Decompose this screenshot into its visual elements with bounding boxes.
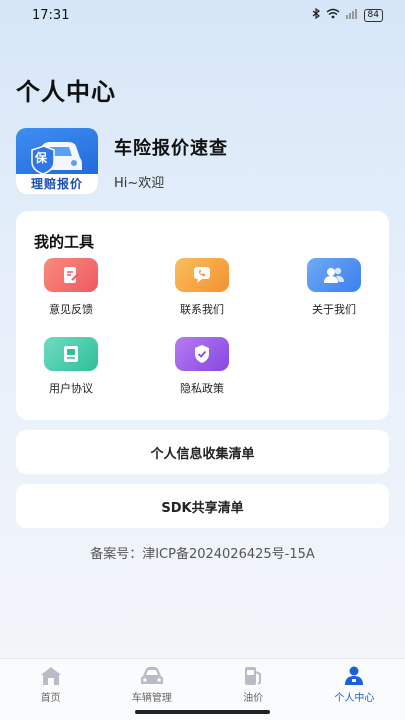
tool-label: 联系我们 — [180, 303, 224, 316]
logo-label: 理赔报价 — [16, 174, 98, 194]
tab-label: 首页 — [40, 693, 61, 704]
signal-icon — [345, 8, 358, 22]
sdk-share-list-button[interactable]: SDK共享清单 — [16, 484, 389, 528]
logo-badge: 保 — [35, 151, 48, 165]
tool-contact[interactable]: 联系我们 — [157, 258, 247, 317]
personal-info-list-button[interactable]: 个人信息收集清单 — [16, 430, 389, 474]
tool-privacy[interactable]: 隐私政策 — [157, 337, 247, 396]
tool-about[interactable]: 关于我们 — [289, 258, 379, 317]
fuel-icon — [245, 667, 262, 685]
tab-label: 个人中心 — [334, 693, 375, 704]
tab-label: 车辆管理 — [131, 693, 172, 704]
phone-icon — [175, 258, 229, 292]
home-icon — [40, 667, 61, 685]
tab-home[interactable]: 首页 — [0, 659, 101, 720]
tool-label: 用户协议 — [49, 382, 93, 395]
tool-label: 隐私政策 — [180, 382, 224, 395]
app-name: 车险报价速查 — [114, 138, 228, 159]
bluetooth-icon — [312, 7, 320, 22]
bottom-tab-bar: 首页 车辆管理 油价 个人中心 — [0, 658, 405, 720]
tab-profile[interactable]: 个人中心 — [304, 659, 405, 720]
wifi-icon — [326, 8, 340, 22]
home-indicator[interactable] — [135, 710, 270, 714]
tools-card: 我的工具 意见反馈 联系我们 关于我们 用户协议 隐私政策 — [16, 211, 389, 420]
status-icons: 84 — [312, 7, 383, 22]
tool-user-agreement[interactable]: 用户协议 — [26, 337, 116, 396]
people-icon — [307, 258, 361, 292]
battery-icon: 84 — [363, 8, 383, 22]
status-bar: 17:31 84 — [0, 0, 405, 30]
tool-label: 意见反馈 — [49, 303, 93, 316]
car-icon — [140, 667, 163, 684]
feedback-icon — [44, 258, 98, 292]
tab-label: 油价 — [243, 693, 264, 704]
person-icon — [345, 666, 364, 685]
shield-icon — [175, 337, 229, 371]
tool-label: 关于我们 — [312, 303, 356, 316]
status-time: 17:31 — [32, 7, 70, 23]
app-profile: 保 理赔报价 车险报价速查 Hi~欢迎 — [16, 128, 228, 194]
greeting-text: Hi~欢迎 — [114, 176, 165, 191]
app-logo: 保 理赔报价 — [16, 128, 98, 194]
icp-record-text: 备案号：津ICP备2024026425号-15A — [90, 547, 315, 562]
tools-title: 我的工具 — [34, 233, 95, 251]
document-icon — [44, 337, 98, 371]
page-title: 个人中心 — [16, 78, 116, 106]
tool-feedback[interactable]: 意见反馈 — [26, 258, 116, 317]
